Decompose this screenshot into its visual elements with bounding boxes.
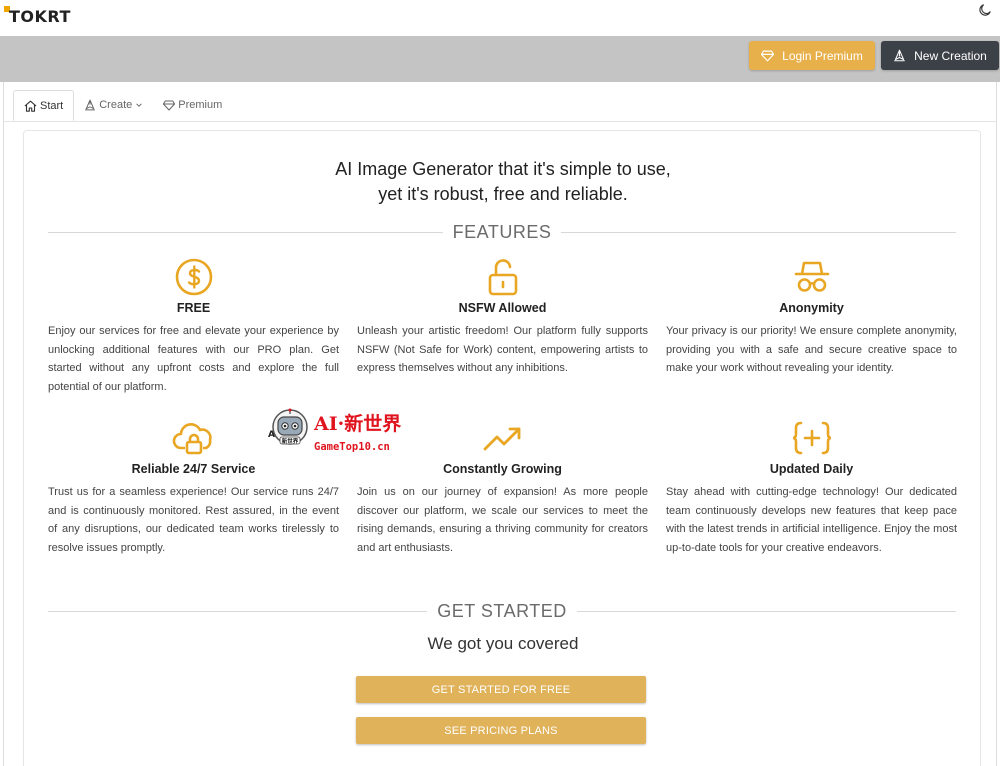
chevron-down-icon	[136, 103, 143, 107]
cloud-lock-icon	[172, 423, 212, 455]
get-started-section-title: GET STARTED	[48, 601, 956, 622]
unlock-icon	[488, 259, 517, 296]
tab-start[interactable]: Start	[13, 90, 75, 121]
tab-start-label: Start	[40, 99, 64, 112]
pen-nib-icon	[894, 49, 905, 62]
feature-text: Your privacy is our priority! We ensure …	[666, 325, 957, 374]
main-panel: Start Create Premium AI Image Generator …	[3, 82, 997, 766]
toolbar: Login Premium New Creation	[0, 36, 1000, 82]
braces-plus-icon	[792, 421, 831, 455]
watermark-subtitle: GameTop10.cn	[314, 441, 390, 453]
new-creation-label: New Creation	[914, 48, 987, 63]
feature-text: Unleash your artistic freedom! Our platf…	[357, 325, 648, 374]
logo[interactable]: TOKRT	[4, 6, 71, 28]
tab-bar: Start Create Premium	[13, 90, 232, 122]
tab-premium[interactable]: Premium	[153, 91, 232, 119]
feature-text: Join us on our journey of expansion! As …	[357, 486, 648, 554]
feature-text: Trust us for a seamless experience! Our …	[48, 486, 339, 554]
tab-premium-label: Premium	[178, 99, 223, 111]
moon-icon[interactable]	[978, 3, 992, 17]
new-creation-button[interactable]: New Creation	[881, 41, 999, 70]
features-section-title: FEATURES	[48, 222, 956, 243]
get-started-title: GET STARTED	[437, 601, 567, 621]
tab-create[interactable]: Create	[74, 91, 153, 119]
hero-headline-line2: yet it's robust, free and reliable.	[378, 184, 628, 204]
watermark-title: AI·新世界	[314, 413, 402, 435]
diamond-icon	[761, 50, 775, 61]
login-premium-label: Login Premium	[782, 48, 863, 63]
trending-up-icon	[483, 427, 520, 451]
robot-letter: A	[268, 430, 275, 440]
feature-text: Enjoy our services for free and elevate …	[48, 325, 339, 393]
see-pricing-button[interactable]: SEE PRICING PLANS	[356, 717, 646, 744]
logo-text: TOKRT	[9, 7, 71, 26]
get-started-free-button[interactable]: GET STARTED FOR FREE	[356, 676, 646, 703]
feature-title: FREE	[176, 301, 211, 315]
feature-title: Reliable 24/7 Service	[131, 462, 256, 476]
get-started-subtitle: We got you covered	[427, 634, 579, 653]
robot-mascot-icon: 新世界 A	[268, 408, 308, 445]
tab-create-label: Create	[99, 99, 133, 111]
feature-title: NSFW Allowed	[458, 301, 547, 315]
top-header: TOKRT	[0, 0, 1000, 36]
watermark: 新世界 A AI·新世界 GameTop10.cn	[266, 407, 426, 457]
feature-text: Stay ahead with cutting-edge technology!…	[666, 486, 957, 554]
features-title: FEATURES	[452, 222, 552, 242]
start-card: AI Image Generator that it's simple to u…	[23, 130, 981, 766]
robot-badge-text: 新世界	[282, 437, 299, 445]
feature-title: Constantly Growing	[443, 462, 562, 476]
incognito-icon	[794, 261, 829, 292]
diamond-icon	[163, 99, 176, 111]
login-premium-button[interactable]: Login Premium	[749, 41, 875, 70]
hero-headline-line1: AI Image Generator that it's simple to u…	[335, 159, 671, 179]
pen-nib-icon	[85, 99, 96, 111]
feature-title: Updated Daily	[769, 462, 854, 476]
feature-title: Anonymity	[779, 301, 844, 315]
dollar-circle-icon	[175, 258, 212, 296]
home-icon	[24, 100, 37, 112]
